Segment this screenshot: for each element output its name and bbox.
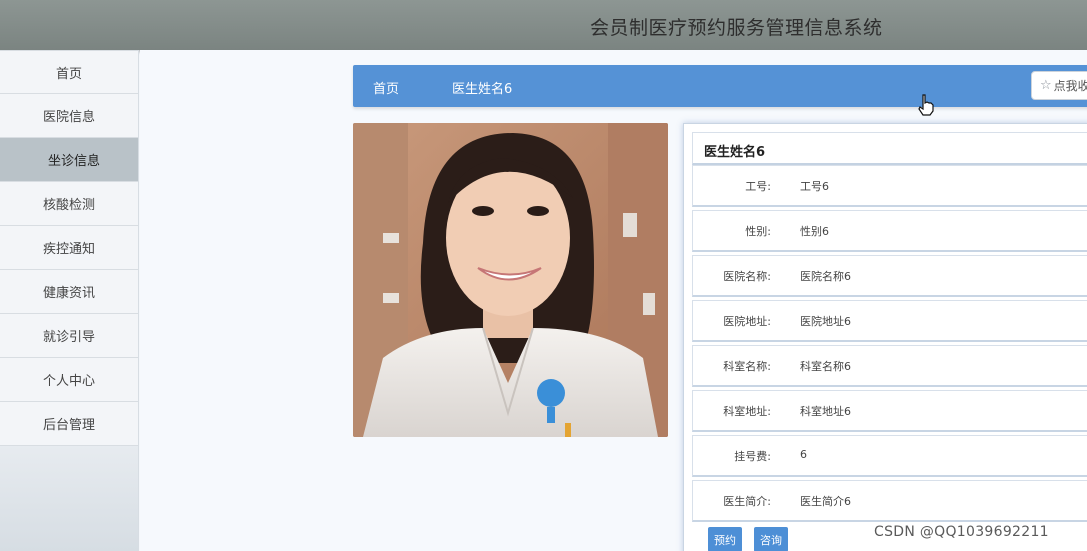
breadcrumb: 首页 医生姓名6 ☆ 点我收藏 [353, 65, 1087, 107]
field-value: 性别6 [800, 225, 829, 238]
detail-row-registration-fee: 挂号费: 6 [692, 435, 1087, 477]
consult-button[interactable]: 咨询 [754, 527, 788, 551]
doctor-detail-card: 医生姓名6 工号: 工号6 性别: 性别6 医院名称: 医院名称6 医院地址: … [683, 123, 1087, 551]
detail-row-department-name: 科室名称: 科室名称6 [692, 345, 1087, 387]
field-value: 工号6 [800, 180, 829, 193]
breadcrumb-current: 医生姓名6 [452, 82, 513, 97]
field-label: 挂号费: [734, 450, 771, 463]
sidebar-item-visit-guide[interactable]: 就诊引导 [0, 314, 138, 358]
collect-button-label: 点我收藏 [1053, 79, 1087, 93]
field-value: 科室名称6 [800, 360, 851, 373]
detail-row-doctor-intro: 医生简介: 医生简介6 [692, 480, 1087, 522]
book-appointment-button[interactable]: 预约 [708, 527, 742, 551]
sidebar-item-admin[interactable]: 后台管理 [0, 402, 138, 446]
sidebar-item-nucleic-test[interactable]: 核酸检测 [0, 182, 138, 226]
sidebar-item-health-news[interactable]: 健康资讯 [0, 270, 138, 314]
field-label: 科室名称: [723, 360, 771, 373]
field-label: 工号: [745, 180, 771, 193]
main-content: 首页 医生姓名6 ☆ 点我收藏 [140, 50, 1087, 551]
watermark: CSDN @QQ1039692211 [874, 524, 1049, 540]
field-value: 6 [800, 448, 807, 461]
collect-button[interactable]: ☆ 点我收藏 [1031, 71, 1087, 100]
field-label: 医院地址: [723, 315, 771, 328]
doctor-name-heading: 医生姓名6 [692, 132, 1087, 165]
field-label: 性别: [745, 225, 771, 238]
star-outline-icon: ☆ [1040, 78, 1052, 93]
sidebar-item-home[interactable]: 首页 [0, 50, 138, 94]
sidebar-item-personal-center[interactable]: 个人中心 [0, 358, 138, 402]
doctor-photo [353, 123, 668, 437]
sidebar-item-consultation-info[interactable]: 坐诊信息 [0, 138, 138, 182]
doctor-photo-image [353, 123, 668, 437]
breadcrumb-home[interactable]: 首页 [373, 78, 399, 97]
detail-row-hospital-address: 医院地址: 医院地址6 [692, 300, 1087, 342]
field-value: 科室地址6 [800, 405, 851, 418]
field-label: 医生简介: [723, 495, 771, 508]
sidebar-item-hospital-info[interactable]: 医院信息 [0, 94, 138, 138]
field-label: 科室地址: [723, 405, 771, 418]
detail-row-hospital-name: 医院名称: 医院名称6 [692, 255, 1087, 297]
detail-row-department-address: 科室地址: 科室地址6 [692, 390, 1087, 432]
field-value: 医生简介6 [800, 495, 851, 508]
app-title: 会员制医疗预约服务管理信息系统 [590, 17, 883, 39]
hand-cursor-icon [918, 94, 934, 116]
sidebar-nav: 首页 医院信息 坐诊信息 核酸检测 疾控通知 健康资讯 就诊引导 个人中心 后台… [0, 50, 139, 551]
field-value: 医院地址6 [800, 315, 851, 328]
field-value: 医院名称6 [800, 270, 851, 283]
detail-row-gender: 性别: 性别6 [692, 210, 1087, 252]
sidebar-item-cdc-notice[interactable]: 疾控通知 [0, 226, 138, 270]
detail-row-employee-id: 工号: 工号6 [692, 165, 1087, 207]
field-label: 医院名称: [723, 270, 771, 283]
top-header: 会员制医疗预约服务管理信息系统 [0, 0, 1087, 50]
